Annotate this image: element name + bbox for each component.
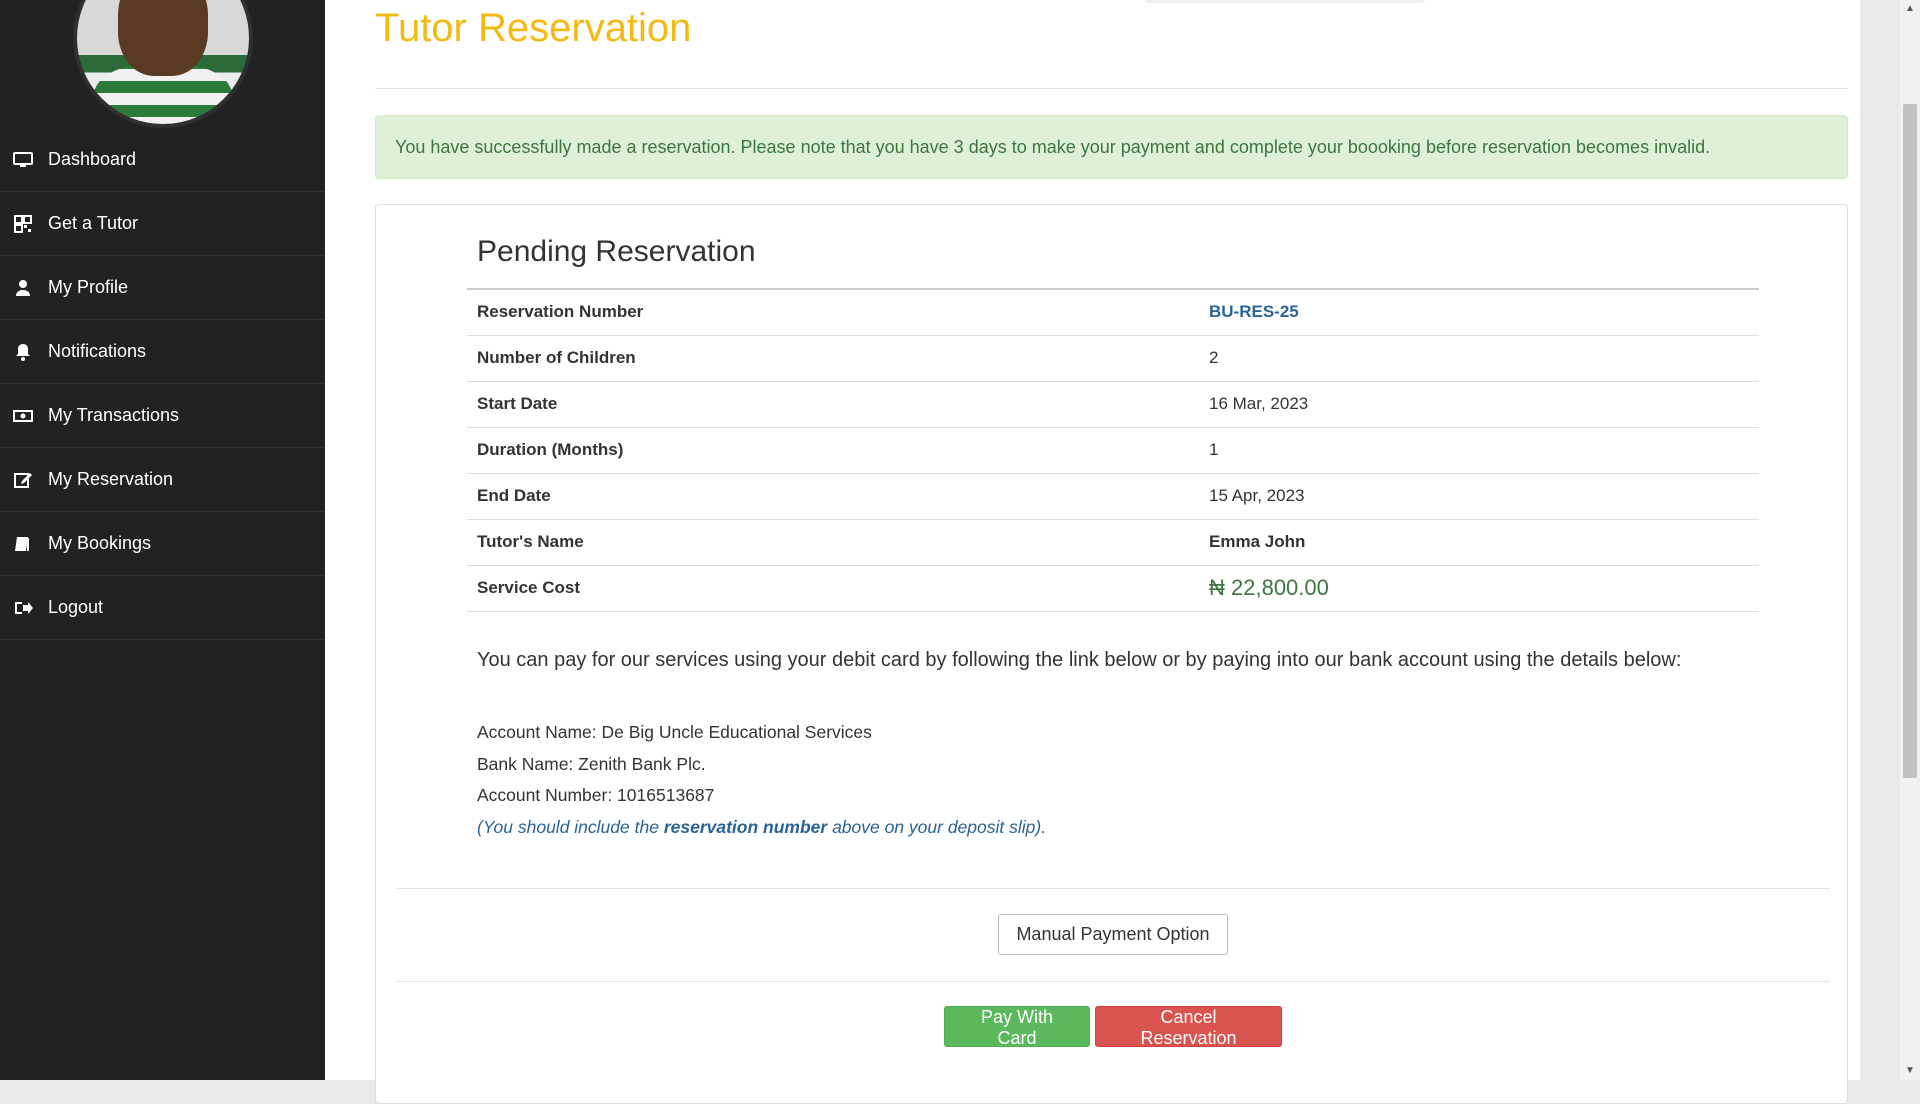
bank-name: Bank Name: Zenith Bank Plc. [477,753,706,774]
sidebar-item-label: Get a Tutor [48,213,139,233]
sidebar-item-label: My Transactions [48,405,180,425]
sidebar-item-label: My Reservation [48,469,174,489]
sidebar-item-my-reservation[interactable]: My Reservation [0,448,325,512]
service-cost-value: ₦ 22,800.00 [1199,564,1759,612]
table-row: Start Date 16 Mar, 2023 [467,380,1759,427]
scroll-up-arrow-icon[interactable]: ▲ [1900,0,1920,18]
vertical-scrollbar[interactable]: ▲ ▼ [1900,0,1920,1080]
row-label: Tutor's Name [467,518,1199,565]
deposit-note: (You should include the reservation numb… [477,812,1046,844]
book-icon [12,533,34,555]
edit-icon [12,469,34,491]
row-value: 2 [1199,334,1759,381]
sidebar-item-my-bookings[interactable]: My Bookings [0,512,325,576]
row-label: Start Date [467,380,1199,427]
reservation-number-value: BU-RES-25 [1199,288,1759,335]
sidebar-item-get-a-tutor[interactable]: Get a Tutor [0,192,325,256]
money-icon [12,405,34,427]
sidebar-item-dashboard[interactable]: Dashboard [0,128,325,192]
row-label: Reservation Number [467,288,1199,335]
table-row: Tutor's Name Emma John [467,518,1759,565]
bell-icon [12,341,34,363]
account-name: Account Name: De Big Uncle Educational S… [477,722,872,742]
sidebar-item-label: My Profile [48,277,129,297]
user-icon [12,277,34,299]
table-row: Service Cost ₦ 22,800.00 [467,564,1759,612]
cancel-reservation-button[interactable]: Cancel Reservation [1095,1006,1282,1048]
note-suffix: above on your deposit slip). [827,816,1047,837]
main-content: Tutor Reservation You have successfully … [325,0,1860,1104]
scroll-down-arrow-icon[interactable]: ▼ [1900,1062,1920,1080]
table-row: Duration (Months) 1 [467,426,1759,473]
panel-heading: Pending Reservation [477,235,756,268]
row-label: Service Cost [467,564,1199,612]
row-label: Number of Children [467,334,1199,381]
sidebar-item-label: Dashboard [48,149,137,169]
sidebar: Dashboard Get a Tutor My Profile Notific… [0,0,325,1080]
divider [395,888,1830,889]
row-value: 15 Apr, 2023 [1199,472,1759,519]
sidebar-item-label: Notifications [48,341,147,361]
row-label: End Date [467,472,1199,519]
sidebar-item-my-profile[interactable]: My Profile [0,256,325,320]
bank-details: Account Name: De Big Uncle Educational S… [477,717,1046,843]
sidebar-item-notifications[interactable]: Notifications [0,320,325,384]
reservation-table: Reservation Number BU-RES-25 Number of C… [467,288,1759,612]
sidebar-nav: Dashboard Get a Tutor My Profile Notific… [0,128,325,640]
title-divider [375,88,1848,89]
avatar[interactable] [73,0,253,128]
page-title: Tutor Reservation [375,6,692,50]
note-bold: reservation number [663,816,828,837]
payment-info-text: You can pay for our services using your … [477,649,1682,671]
monitor-icon [12,149,34,171]
pay-with-card-button[interactable]: Pay With Card [944,1006,1090,1048]
sidebar-item-my-transactions[interactable]: My Transactions [0,384,325,448]
table-row: Number of Children 2 [467,334,1759,381]
manual-payment-button[interactable]: Manual Payment Option [998,914,1228,955]
sidebar-item-label: My Bookings [48,533,152,553]
logout-icon [12,597,34,619]
avatar-face [118,0,208,76]
table-row: Reservation Number BU-RES-25 [467,288,1759,335]
success-alert: You have successfully made a reservation… [375,115,1848,179]
account-number: Account Number: 1016513687 [477,785,715,805]
tutor-name-value: Emma John [1199,518,1759,565]
reservation-panel: Pending Reservation Reservation Number B… [375,204,1848,1104]
qrcode-icon [12,213,34,235]
table-row: End Date 15 Apr, 2023 [467,472,1759,519]
divider [395,981,1830,982]
scrollbar-thumb[interactable] [1903,104,1917,778]
sidebar-item-logout[interactable]: Logout [0,576,325,640]
top-edge-shadow [1145,0,1425,3]
row-value: 16 Mar, 2023 [1199,380,1759,427]
row-label: Duration (Months) [467,426,1199,473]
row-value: 1 [1199,426,1759,473]
note-prefix: (You should include the [477,816,664,837]
alert-text: You have successfully made a reservation… [395,136,1711,157]
sidebar-item-label: Logout [48,597,104,617]
